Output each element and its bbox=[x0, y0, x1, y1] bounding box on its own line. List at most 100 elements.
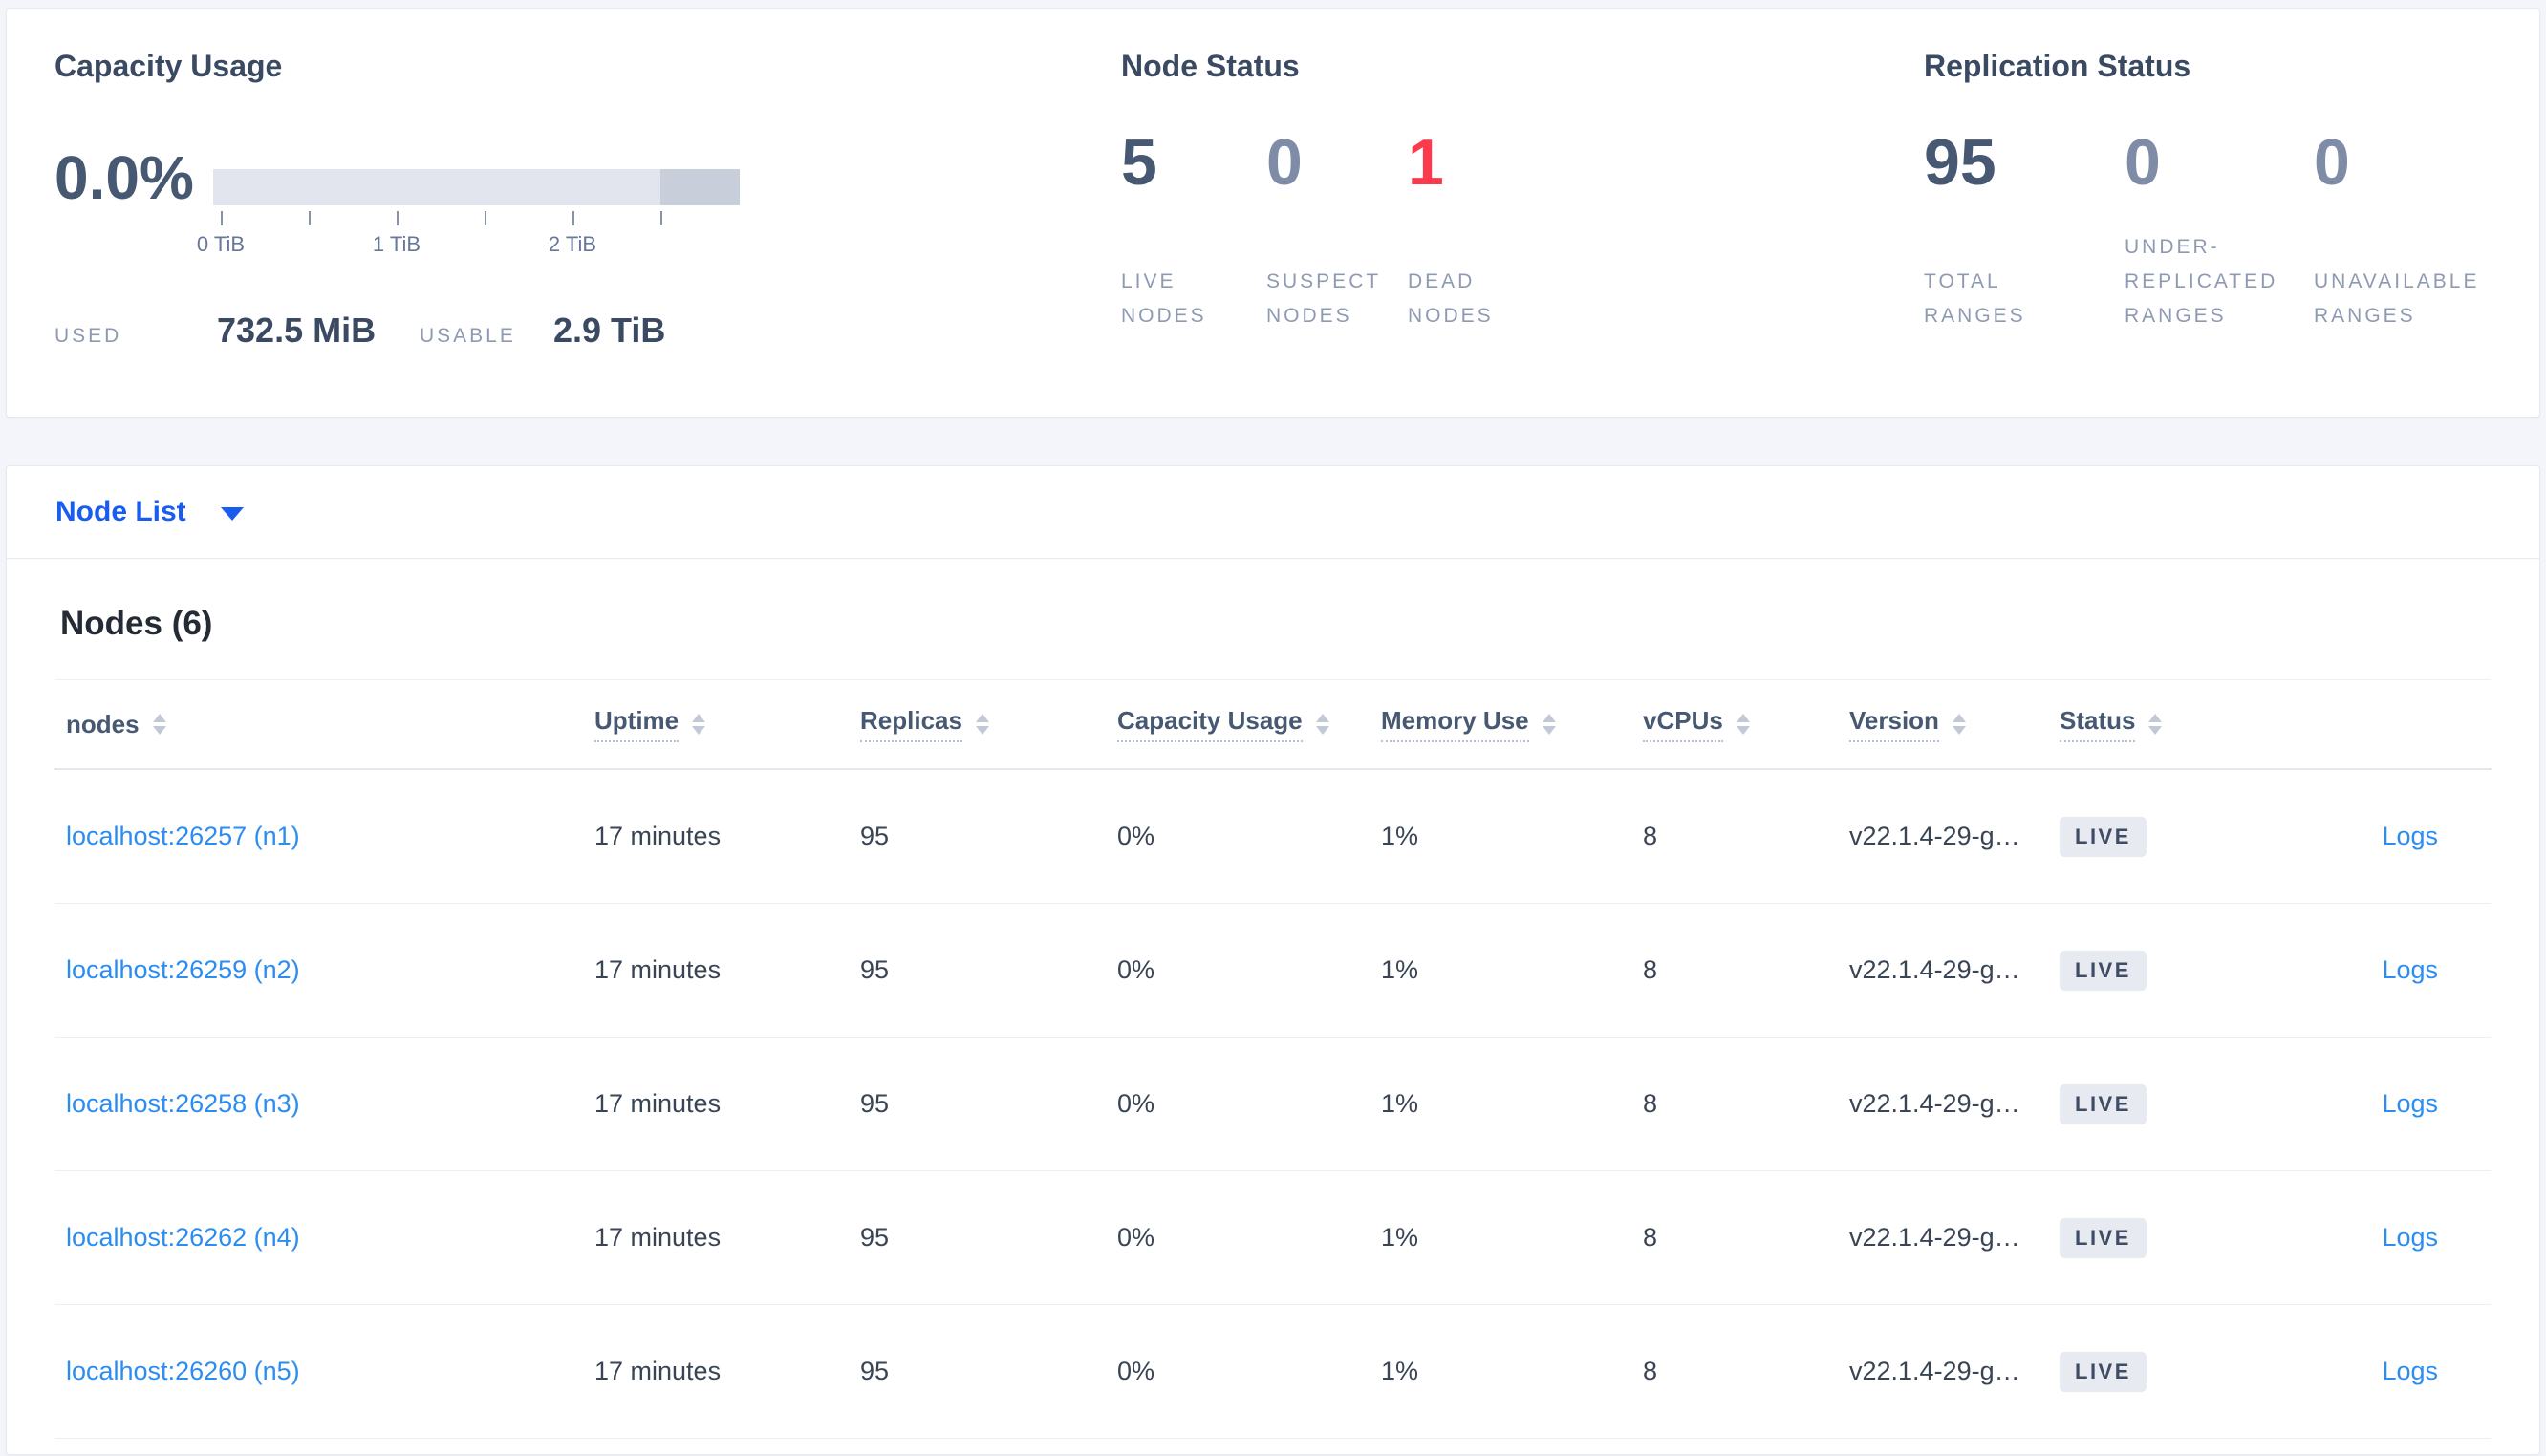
column-header[interactable]: Memory Use bbox=[1381, 706, 1643, 742]
column-header[interactable]: Replicas bbox=[860, 706, 1117, 742]
sort-arrows-icon bbox=[1315, 714, 1329, 735]
table-row: localhost:26257 (n1) 17 minutes 95 0% 1%… bbox=[54, 770, 2492, 904]
vcpus-cell: 8 bbox=[1643, 1089, 1658, 1118]
axis-tick bbox=[660, 211, 662, 225]
unavailable-ranges-value: 0 bbox=[2314, 126, 2350, 199]
memory-use-cell: 1% bbox=[1381, 1357, 1419, 1385]
logs-cell: Logs bbox=[2270, 1089, 2438, 1119]
status-cell: LIVE bbox=[2060, 1083, 2270, 1124]
sort-arrows-icon bbox=[975, 714, 989, 735]
table-row: localhost:26260 (n5) 17 minutes 95 0% 1%… bbox=[54, 1305, 2492, 1439]
vcpus-cell: 8 bbox=[1643, 822, 1658, 850]
usable-value: 2.9 TiB bbox=[553, 310, 666, 350]
memory-use-cell: 1% bbox=[1381, 955, 1419, 984]
vcpus-cell: 8 bbox=[1643, 1357, 1658, 1385]
column-header[interactable]: Version bbox=[1849, 706, 2060, 742]
capacity-bar-chart: 0 TiB 1 TiB 2 TiB bbox=[197, 144, 748, 256]
node-link[interactable]: localhost:26260 (n5) bbox=[66, 1357, 300, 1385]
node-link[interactable]: localhost:26259 (n2) bbox=[66, 955, 300, 984]
axis-tick-label: 2 TiB bbox=[548, 232, 597, 256]
vcpus-cell: 8 bbox=[1643, 955, 1658, 984]
capacity-usage-title: Capacity Usage bbox=[54, 49, 283, 83]
memory-use-cell: 1% bbox=[1381, 822, 1419, 850]
sort-arrows-icon bbox=[1542, 714, 1556, 735]
column-header[interactable]: Status bbox=[2060, 706, 2270, 742]
status-badge: LIVE bbox=[2060, 1083, 2147, 1124]
under-replicated-ranges-value: 0 bbox=[2125, 126, 2161, 199]
table-header-row: nodes Uptime Replicas Capacity Usage Mem… bbox=[54, 680, 2492, 770]
suspect-nodes-label: SUSPECT NODES bbox=[1266, 270, 1381, 327]
capacity-usage-cell: 0% bbox=[1117, 822, 1155, 850]
axis-tick-label: 0 TiB bbox=[196, 232, 246, 256]
column-header[interactable]: Uptime bbox=[594, 706, 860, 742]
table-body: localhost:26257 (n1) 17 minutes 95 0% 1%… bbox=[7, 770, 2539, 1439]
column-header[interactable]: nodes bbox=[66, 710, 594, 739]
axis-tick-label: 1 TiB bbox=[372, 232, 421, 256]
axis-tick bbox=[485, 211, 486, 225]
node-list-dropdown[interactable]: Node List bbox=[6, 465, 2540, 558]
node-link[interactable]: localhost:26258 (n3) bbox=[66, 1089, 300, 1118]
live-nodes-label: LIVE NODES bbox=[1121, 270, 1207, 327]
node-link[interactable]: localhost:26262 (n4) bbox=[66, 1223, 300, 1252]
under-replicated-ranges-stat: 0 UNDER-REPLICATED RANGES bbox=[2125, 128, 2314, 333]
live-nodes-stat: 5 LIVE NODES bbox=[1121, 128, 1266, 333]
logs-cell: Logs bbox=[2270, 822, 2438, 851]
logs-cell: Logs bbox=[2270, 1223, 2438, 1253]
dead-nodes-value: 1 bbox=[1408, 126, 1444, 199]
node-cell: localhost:26260 (n5) bbox=[66, 1357, 594, 1386]
dead-nodes-label: DEAD NODES bbox=[1408, 270, 1494, 327]
logs-link[interactable]: Logs bbox=[2382, 1223, 2438, 1252]
vcpus-cell: 8 bbox=[1643, 1223, 1658, 1252]
status-badge: LIVE bbox=[2060, 950, 2147, 991]
column-header[interactable]: vCPUs bbox=[1643, 706, 1849, 742]
sort-arrows-icon bbox=[1736, 714, 1750, 735]
sort-arrows-icon bbox=[692, 714, 706, 735]
table-row: localhost:26262 (n4) 17 minutes 95 0% 1%… bbox=[54, 1171, 2492, 1305]
replication-status-section: Replication Status 95 TOTAL RANGES 0 UND… bbox=[1924, 47, 2535, 333]
used-label: USED bbox=[54, 325, 122, 347]
uptime-cell: 17 minutes bbox=[594, 822, 722, 850]
status-badge: LIVE bbox=[2060, 1217, 2147, 1258]
total-ranges-label: TOTAL RANGES bbox=[1924, 270, 2026, 327]
column-header[interactable]: Capacity Usage bbox=[1117, 706, 1381, 742]
axis-tick bbox=[572, 211, 574, 225]
axis-tick bbox=[397, 211, 399, 225]
version-cell: v22.1.4-29-g… bbox=[1849, 1357, 2020, 1385]
column-header-label: vCPUs bbox=[1643, 706, 1723, 742]
replicas-cell: 95 bbox=[860, 822, 890, 850]
logs-link[interactable]: Logs bbox=[2382, 1357, 2438, 1385]
table-row: localhost:26258 (n3) 17 minutes 95 0% 1%… bbox=[54, 1038, 2492, 1171]
node-cell: localhost:26262 (n4) bbox=[66, 1223, 594, 1253]
logs-link[interactable]: Logs bbox=[2382, 822, 2438, 850]
replicas-cell: 95 bbox=[860, 955, 890, 984]
logs-link[interactable]: Logs bbox=[2382, 955, 2438, 984]
column-header-label: Version bbox=[1849, 706, 1939, 742]
dead-nodes-stat: 1 DEAD NODES bbox=[1408, 128, 1599, 333]
total-ranges-value: 95 bbox=[1924, 126, 1996, 199]
logs-link[interactable]: Logs bbox=[2382, 1089, 2438, 1118]
version-cell: v22.1.4-29-g… bbox=[1849, 955, 2020, 984]
status-badge: LIVE bbox=[2060, 816, 2147, 857]
version-cell: v22.1.4-29-g… bbox=[1849, 822, 2020, 850]
node-link[interactable]: localhost:26257 (n1) bbox=[66, 822, 300, 850]
used-value: 732.5 MiB bbox=[217, 310, 377, 350]
status-cell: LIVE bbox=[2060, 1217, 2270, 1258]
table-row: localhost:26259 (n2) 17 minutes 95 0% 1%… bbox=[54, 904, 2492, 1038]
node-cell: localhost:26259 (n2) bbox=[66, 955, 594, 985]
node-list-dropdown-label: Node List bbox=[55, 496, 186, 527]
node-cell: localhost:26257 (n1) bbox=[66, 822, 594, 851]
replication-status-title: Replication Status bbox=[1924, 49, 2191, 83]
column-header-label: nodes bbox=[66, 709, 140, 739]
replicas-cell: 95 bbox=[860, 1223, 890, 1252]
axis-tick bbox=[221, 211, 223, 225]
capacity-bar-reserved-segment bbox=[660, 169, 740, 205]
column-header-label: Status bbox=[2060, 706, 2136, 742]
status-cell: LIVE bbox=[2060, 1351, 2270, 1392]
version-cell: v22.1.4-29-g… bbox=[1849, 1089, 2020, 1118]
sort-arrows-icon bbox=[1952, 714, 1966, 735]
uptime-cell: 17 minutes bbox=[594, 955, 722, 984]
status-cell: LIVE bbox=[2060, 816, 2270, 857]
logs-cell: Logs bbox=[2270, 1357, 2438, 1386]
capacity-bar-track bbox=[213, 169, 740, 205]
uptime-cell: 17 minutes bbox=[594, 1223, 722, 1252]
